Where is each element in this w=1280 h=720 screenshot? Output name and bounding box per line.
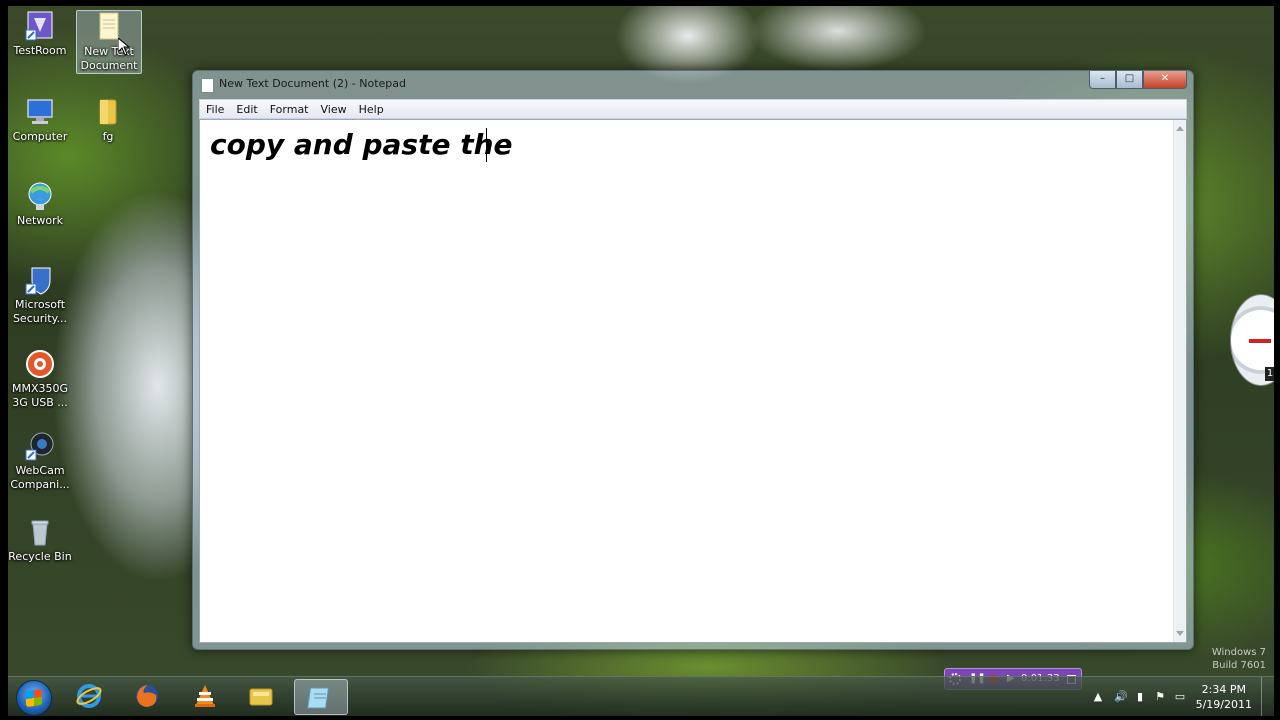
- minimize-button[interactable]: –: [1089, 71, 1116, 89]
- menu-edit[interactable]: Edit: [230, 103, 263, 116]
- desktop: TestRoom New Text Document Computer fg N…: [8, 6, 1274, 716]
- watermark-line-2: Build 7601: [1212, 660, 1266, 671]
- menu-bar: File Edit Format View Help: [199, 99, 1187, 119]
- menu-help[interactable]: Help: [353, 103, 390, 116]
- power-icon[interactable]: ▮: [1134, 691, 1146, 703]
- desktop-icon-label: fg: [102, 130, 114, 143]
- desktop-icon-label: WebCam Compani...: [10, 464, 70, 491]
- vertical-scrollbar[interactable]: [1173, 120, 1186, 642]
- notepad-window: New Text Document (2) - Notepad – □ ✕ Fi…: [192, 70, 1194, 650]
- clock-date: 5/19/2011: [1195, 698, 1252, 711]
- desktop-icon-computer[interactable]: Computer: [8, 96, 72, 144]
- windows-watermark: Windows 7 Build 7601: [1212, 646, 1266, 672]
- desktop-icon-fg[interactable]: fg: [76, 96, 140, 144]
- close-button[interactable]: ✕: [1143, 71, 1187, 89]
- desktop-icon-label: Network: [17, 214, 63, 227]
- gadget-needle: [1249, 339, 1271, 343]
- desktop-icon-microsoft-security[interactable]: Microsoft Security...: [8, 264, 72, 326]
- desktop-icon-label: TestRoom: [13, 44, 67, 57]
- explorer-icon: [249, 688, 273, 706]
- internet-explorer-icon: [76, 684, 102, 708]
- taskbar: ▲ 🔊 ▮ ⚑ ▭ 2:34 PM 5/19/2011: [8, 676, 1274, 716]
- taskbar-notepad[interactable]: [294, 679, 348, 715]
- window-controls: – □ ✕: [1089, 71, 1187, 89]
- vlc-icon: [195, 685, 215, 707]
- taskbar-vlc[interactable]: [180, 679, 232, 713]
- menu-file[interactable]: File: [200, 103, 230, 116]
- desktop-icon-network[interactable]: Network: [8, 180, 72, 228]
- desktop-icon-label: New Text Document: [80, 45, 138, 72]
- show-desktop-button[interactable]: [1261, 677, 1274, 716]
- clock-gadget[interactable]: 1: [1230, 294, 1274, 386]
- action-center-flag-icon[interactable]: ⚑: [1154, 691, 1166, 703]
- mouse-cursor-icon: [118, 38, 130, 56]
- start-button[interactable]: [16, 680, 52, 716]
- watermark-line-1: Windows 7: [1211, 647, 1266, 658]
- desktop-icon-mmx350g[interactable]: MMX350G 3G USB ...: [8, 348, 72, 410]
- desktop-icon-label: Microsoft Security...: [12, 298, 68, 325]
- desktop-icon-new-text-document[interactable]: New Text Document: [76, 10, 142, 74]
- gadget-value: 1: [1265, 367, 1274, 381]
- window-titlebar[interactable]: New Text Document (2) - Notepad – □ ✕: [193, 71, 1193, 97]
- menu-view[interactable]: View: [315, 103, 353, 116]
- testroom-icon: [24, 10, 56, 42]
- maximize-button[interactable]: □: [1116, 71, 1143, 89]
- desktop-icon-webcam[interactable]: WebCam Compani...: [8, 430, 72, 492]
- notepad-icon: [307, 687, 330, 709]
- taskbar-clock[interactable]: 2:34 PM 5/19/2011: [1196, 682, 1252, 712]
- desktop-icon-label: Recycle Bin: [8, 550, 72, 563]
- text-editor[interactable]: copy and paste the: [199, 119, 1187, 643]
- network-icon: [24, 180, 56, 212]
- window-title: New Text Document (2) - Notepad: [219, 77, 407, 90]
- folder-icon: [92, 96, 124, 128]
- desktop-icon-label: MMX350G 3G USB ...: [11, 382, 69, 409]
- firefox-icon: [136, 685, 158, 707]
- security-shield-icon: [24, 264, 56, 296]
- scroll-up-icon[interactable]: [1176, 126, 1184, 131]
- desktop-icon-label: Computer: [12, 130, 68, 143]
- taskbar-internet-explorer[interactable]: [64, 679, 116, 713]
- notepad-icon: [201, 78, 214, 93]
- desktop-icon-recycle-bin[interactable]: Recycle Bin: [8, 516, 72, 564]
- recycle-bin-icon: [24, 516, 56, 548]
- taskbar-windows-explorer[interactable]: [236, 679, 288, 713]
- desktop-icon-testroom[interactable]: TestRoom: [8, 10, 72, 58]
- taskbar-firefox[interactable]: [122, 679, 174, 713]
- scroll-down-icon[interactable]: [1176, 631, 1184, 636]
- menu-format[interactable]: Format: [264, 103, 315, 116]
- windows-logo-icon: [26, 688, 42, 708]
- editor-content: copy and paste the: [210, 128, 513, 161]
- volume-icon[interactable]: 🔊: [1114, 691, 1128, 703]
- modem-icon: [24, 348, 56, 380]
- webcam-icon: [24, 430, 56, 462]
- text-caret: [486, 128, 487, 162]
- system-tray: ▲ 🔊 ▮ ⚑ ▭ 2:34 PM 5/19/2011: [1074, 677, 1274, 716]
- clock-time: 2:34 PM: [1201, 683, 1246, 696]
- network-tray-icon[interactable]: ▭: [1174, 691, 1186, 703]
- show-hidden-icons-icon[interactable]: ▲: [1092, 691, 1104, 703]
- computer-icon: [24, 96, 56, 128]
